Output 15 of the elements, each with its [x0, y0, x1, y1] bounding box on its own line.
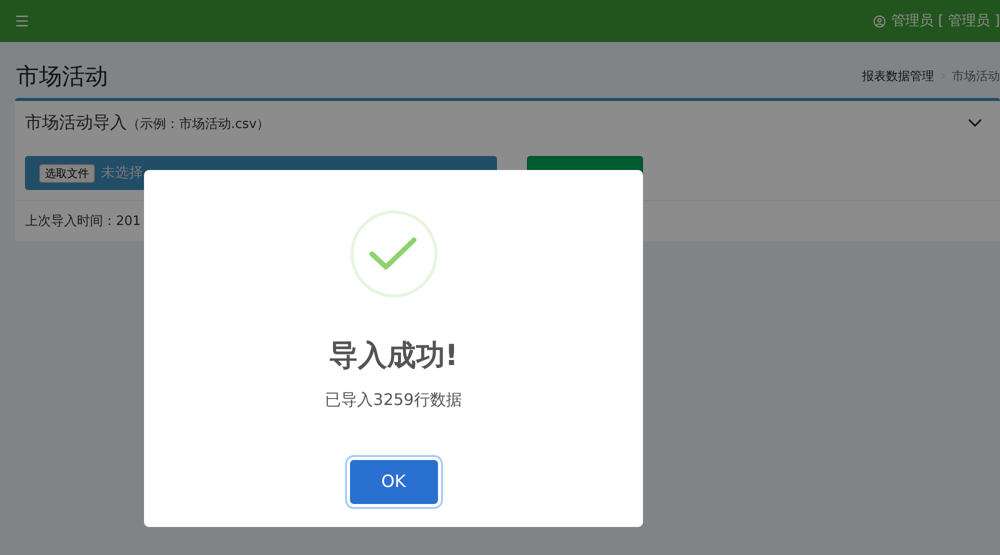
menu-icon[interactable]	[14, 13, 30, 29]
ok-button[interactable]: OK	[350, 460, 438, 504]
dialog-title: 导入成功!	[328, 337, 458, 374]
breadcrumb-link[interactable]: 市场活动	[952, 68, 1000, 84]
check-icon	[350, 210, 438, 298]
breadcrumb-link[interactable]: 报表数据管理	[862, 68, 934, 84]
card-title: 市场活动导入	[25, 113, 127, 133]
user-icon	[872, 14, 886, 28]
file-status: 未选择	[101, 164, 143, 182]
page-title: 市场活动	[16, 62, 108, 92]
last-import-time: 上次导入时间：201	[24, 213, 142, 231]
choose-file-button[interactable]: 选取文件	[39, 164, 95, 182]
card-hint: （示例：市场活动.csv）	[127, 117, 270, 132]
dialog-message: 已导入3259行数据	[325, 390, 462, 411]
user-menu[interactable]: 管理员 [ 管理员 ]	[872, 12, 1000, 30]
